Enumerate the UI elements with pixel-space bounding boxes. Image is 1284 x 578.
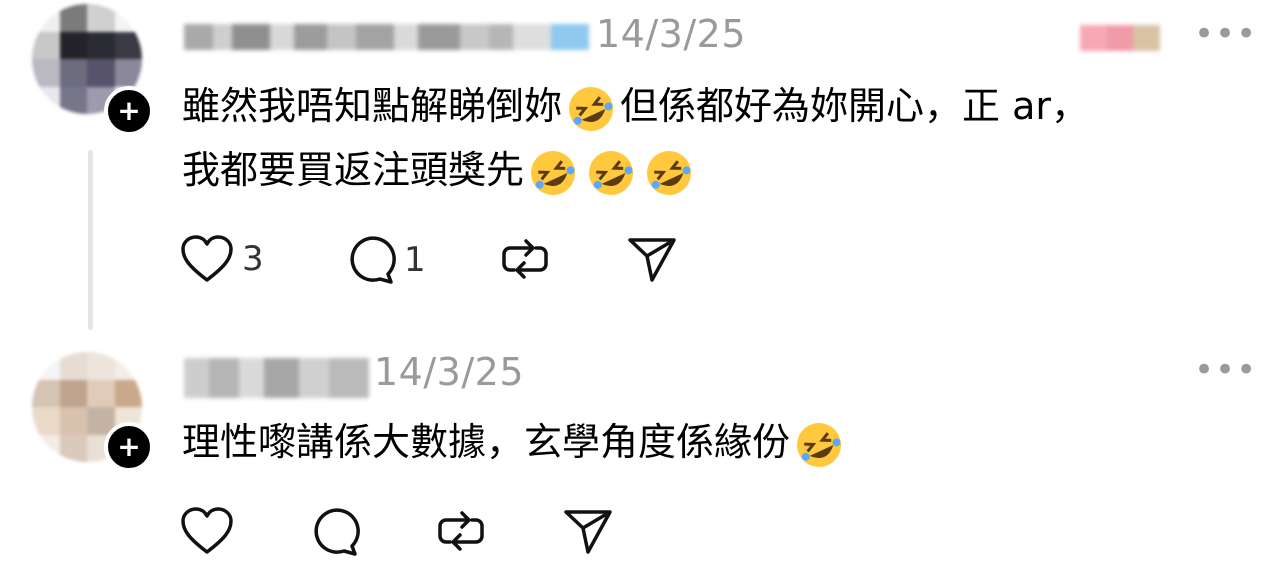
reply-button[interactable] xyxy=(308,506,360,558)
comment-icon xyxy=(350,236,396,284)
comment-icon xyxy=(314,508,360,556)
username-blurred[interactable] xyxy=(184,358,369,398)
heart-icon xyxy=(181,507,233,554)
rolling-on-floor-laughing-emoji xyxy=(531,150,576,195)
comment-text: 雖然我唔知點解睇倒妳 但係都好為妳開心，正 ar， 我都要買返注頭獎先 xyxy=(182,74,1089,202)
heart-icon xyxy=(181,235,233,282)
share-icon xyxy=(564,510,612,554)
username-blurred[interactable] xyxy=(184,24,590,50)
comment-text-part: 理性嚟講係大數據，玄學角度係緣份 xyxy=(182,420,791,464)
blurred-badge xyxy=(1080,25,1161,51)
timestamp: 14/3/25 xyxy=(596,12,746,56)
rolling-on-floor-laughing-emoji xyxy=(569,86,614,131)
follow-plus-icon[interactable]: + xyxy=(104,422,154,472)
like-button[interactable]: 3 xyxy=(180,234,264,284)
comment-text-part: 但係都好為妳開心，正 ar， xyxy=(620,84,1090,128)
more-icon[interactable]: ••• xyxy=(1194,350,1257,390)
timestamp: 14/3/25 xyxy=(374,350,524,394)
repost-button[interactable] xyxy=(500,234,550,284)
thread-line xyxy=(88,150,93,330)
comment-text-part: 雖然我唔知點解睇倒妳 xyxy=(182,84,563,128)
rolling-on-floor-laughing-emoji xyxy=(589,150,634,195)
reply-button[interactable]: 1 xyxy=(344,234,426,286)
rolling-on-floor-laughing-emoji xyxy=(647,150,692,195)
like-button[interactable] xyxy=(180,506,234,556)
comment-text: 理性嚟講係大數據，玄學角度係緣份 xyxy=(182,410,848,474)
follow-plus-icon[interactable]: + xyxy=(104,86,154,136)
share-button[interactable] xyxy=(626,234,678,284)
like-count: 3 xyxy=(242,239,264,279)
repost-icon xyxy=(502,239,548,279)
share-button[interactable] xyxy=(562,506,614,556)
comment-text-part: 我都要買返注頭獎先 xyxy=(182,148,525,192)
rolling-on-floor-laughing-emoji xyxy=(797,422,842,467)
reply-count: 1 xyxy=(404,240,426,280)
more-icon[interactable]: ••• xyxy=(1194,14,1257,54)
repost-icon xyxy=(438,511,484,551)
repost-button[interactable] xyxy=(436,506,486,556)
share-icon xyxy=(628,238,676,282)
